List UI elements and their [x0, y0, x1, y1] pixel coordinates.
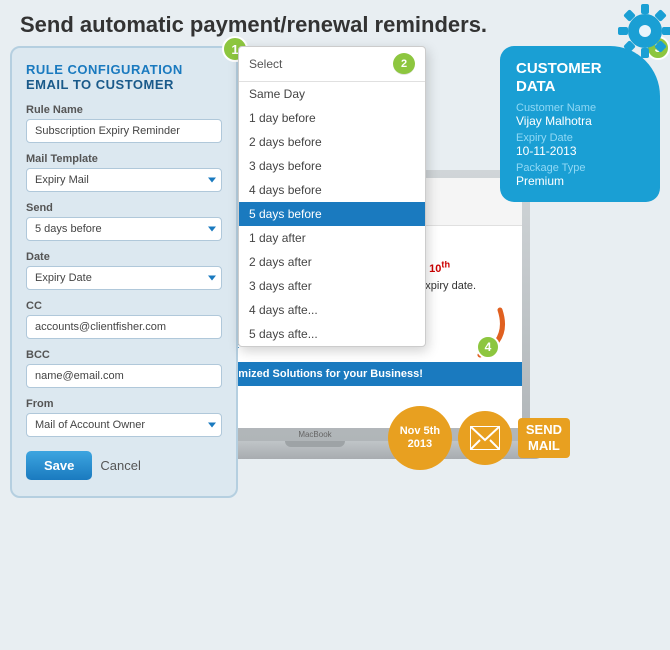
- send-label: Send: [26, 202, 222, 214]
- send-mail-date-line1: Nov 5th: [400, 425, 440, 438]
- laptop-foot: [285, 441, 345, 447]
- dropdown-option-3-days-before[interactable]: 3 days before: [239, 154, 425, 178]
- customer-name-value: Vijay Malhotra: [516, 114, 644, 128]
- dropdown-option-4-days-before[interactable]: 4 days before: [239, 178, 425, 202]
- send-mail-label: SENDMAIL: [518, 418, 570, 457]
- customer-name-label: Customer Name: [516, 102, 644, 114]
- send-mail-badge: Nov 5th 2013 SENDMAIL: [388, 406, 570, 470]
- from-label: From: [26, 398, 222, 410]
- rule-name-group: Rule Name: [26, 104, 222, 143]
- package-type-label: Package Type: [516, 162, 644, 174]
- cc-group: CC: [26, 300, 222, 339]
- dropdown-option-4-days-after[interactable]: 4 days afte...: [239, 298, 425, 322]
- send-mail-icon: [458, 411, 512, 465]
- mail-template-select[interactable]: Expiry Mail: [26, 168, 222, 192]
- panel-title-sub: EMAIL TO CUSTOMER: [26, 77, 222, 92]
- cc-label: CC: [26, 300, 222, 312]
- expiry-date-label: Expiry Date: [516, 132, 644, 144]
- date-group: Date Expiry Date: [26, 251, 222, 290]
- date-label: Date: [26, 251, 222, 263]
- customer-data-panel: 3 CUSTOMER DATA Customer Name: [500, 46, 660, 202]
- rule-name-label: Rule Name: [26, 104, 222, 116]
- send-mail-date: Nov 5th 2013: [388, 406, 452, 470]
- save-button[interactable]: Save: [26, 451, 92, 480]
- bcc-label: BCC: [26, 349, 222, 361]
- send-mail-date-line2: 2013: [408, 438, 432, 451]
- bcc-input[interactable]: [26, 364, 222, 388]
- date-select[interactable]: Expiry Date: [26, 266, 222, 290]
- send-group: Send 5 days before: [26, 202, 222, 241]
- dropdown-option-2-days-before[interactable]: 2 days before: [239, 130, 425, 154]
- step-4-badge: 4: [476, 335, 500, 359]
- dropdown-option-1-day-after[interactable]: 1 day after: [239, 226, 425, 250]
- button-row: Save Cancel: [26, 451, 222, 480]
- send-dropdown-popup: Select 2 Same Day 1 day before 2 days be…: [238, 46, 426, 347]
- cc-input[interactable]: [26, 315, 222, 339]
- bcc-group: BCC: [26, 349, 222, 388]
- dropdown-option-2-days-after[interactable]: 2 days after: [239, 250, 425, 274]
- package-type-value: Premium: [516, 174, 644, 188]
- from-group: From Mail of Account Owner: [26, 398, 222, 437]
- mail-template-label: Mail Template: [26, 153, 222, 165]
- dropdown-option-5-days-after[interactable]: 5 days afte...: [239, 322, 425, 346]
- step-2-badge: 2: [393, 53, 415, 75]
- gear-icon: [610, 0, 670, 71]
- mail-template-group: Mail Template Expiry Mail: [26, 153, 222, 192]
- from-select[interactable]: Mail of Account Owner: [26, 413, 222, 437]
- rule-name-input[interactable]: [26, 119, 222, 143]
- panel-title-rule: RULE CONFIGURATION: [26, 62, 222, 77]
- page-title: Send automatic payment/renewal reminders…: [0, 0, 670, 46]
- dropdown-option-1-day-before[interactable]: 1 day before: [239, 106, 425, 130]
- dropdown-header: Select 2: [239, 47, 425, 82]
- arrow-icon: [430, 300, 510, 375]
- dropdown-option-5-days-before[interactable]: 5 days before: [239, 202, 425, 226]
- cancel-button[interactable]: Cancel: [100, 458, 140, 473]
- dropdown-option-same-day[interactable]: Same Day: [239, 82, 425, 106]
- dropdown-option-3-days-after[interactable]: 3 days after: [239, 274, 425, 298]
- send-select[interactable]: 5 days before: [26, 217, 222, 241]
- dropdown-header-label: Select: [249, 57, 282, 71]
- rule-config-panel: 1 RULE CONFIGURATION EMAIL TO CUSTOMER R…: [10, 46, 238, 498]
- expiry-date-value: 10-11-2013: [516, 144, 644, 158]
